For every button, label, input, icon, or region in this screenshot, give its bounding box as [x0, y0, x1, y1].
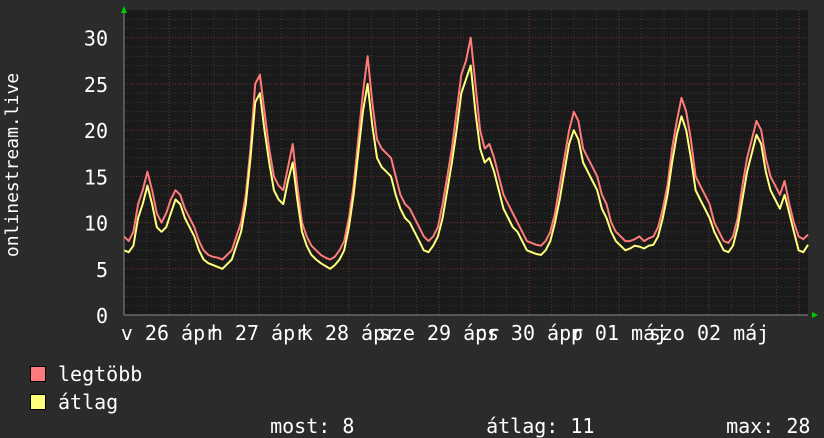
x-tick-label: szo 02 máj: [649, 321, 769, 345]
stat-atlag-label: átlag:: [486, 414, 559, 438]
y-ticks: 0 5 10 15 20 25 30: [84, 27, 108, 328]
stat-most-value: 8: [342, 414, 355, 438]
y-tick-label: 20: [84, 119, 108, 143]
y-tick-label: 15: [84, 165, 108, 189]
stat-max-value: 28: [786, 414, 811, 438]
x-tick-label: h 27 ápr: [211, 321, 307, 345]
y-tick-label: 30: [84, 27, 108, 51]
x-tick-label: v 26 ápr: [121, 321, 217, 345]
legend-label-atlag: átlag: [58, 390, 119, 414]
legend-item-legtobb: legtöbb: [30, 362, 142, 386]
y-axis-label: onlinestream.live: [2, 73, 23, 257]
stat-max: max: 28: [702, 390, 810, 438]
y-tick-label: 10: [84, 212, 108, 236]
stat-max-label: max:: [726, 414, 775, 438]
stat-atlag-value: 11: [570, 414, 595, 438]
legend-label-legtobb: legtöbb: [58, 362, 143, 386]
x-ticks: v 26 áprh 27 áprk 28 áprsze 29 áprcs 30 …: [121, 321, 769, 345]
y-tick-label: 5: [96, 258, 108, 282]
legend-swatch-legtobb: [30, 366, 46, 382]
x-tick-label: cs 30 ápr: [475, 321, 583, 345]
y-tick-label: 25: [84, 73, 108, 97]
stat-atlag: átlag: 11: [462, 390, 594, 438]
y-axis-arrow: [121, 6, 127, 13]
stat-most: most: 8: [246, 390, 354, 438]
legend-swatch-atlag: [30, 394, 46, 410]
legend-item-atlag: átlag: [30, 390, 118, 414]
y-tick-label: 0: [96, 304, 108, 328]
stat-most-label: most:: [270, 414, 331, 438]
x-axis-arrow: [812, 312, 818, 318]
